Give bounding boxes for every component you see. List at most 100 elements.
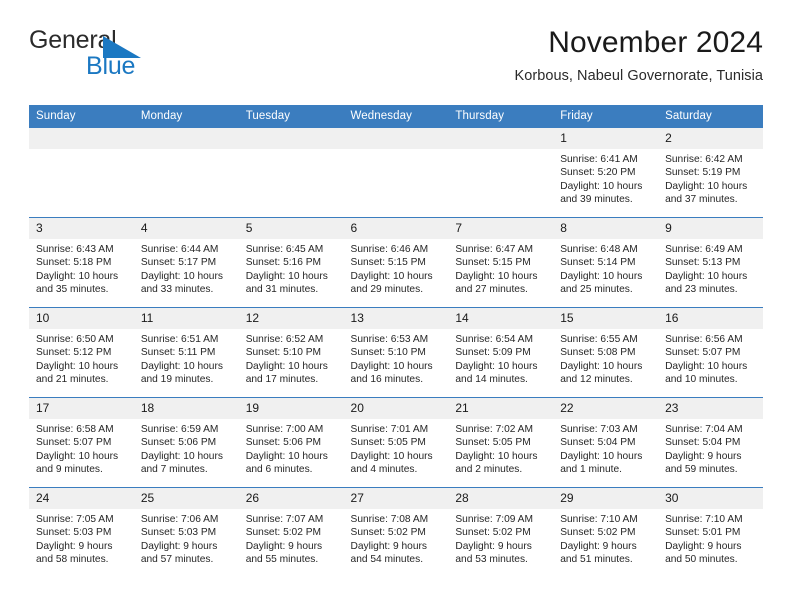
day-number: 5 — [238, 218, 344, 239]
calendar-day-cell[interactable]: 9 Sunrise: 6:49 AM Sunset: 5:13 PM Daylight… — [658, 217, 763, 308]
day-details: Sunrise: 6:46 AM Sunset: 5:15 PM Daylight:… — [344, 239, 449, 296]
calendar-cell-inner: 11 Sunrise: 6:51 AM Sunset: 5:11 PM Dayligh… — [133, 308, 239, 397]
calendar-day-cell[interactable]: 17 Sunrise: 6:58 AM Sunset: 5:07 PM Dayligh… — [29, 397, 134, 488]
day-number: 29 — [553, 488, 659, 509]
calendar-header-row: Sunday Monday Tuesday Wednesday Thursday… — [29, 105, 763, 128]
calendar-day-cell[interactable]: 18 Sunrise: 6:59 AM Sunset: 5:06 PM Dayligh… — [133, 397, 239, 488]
sunrise-text: Sunrise: 6:45 AM — [245, 244, 324, 255]
daylight-text: Daylight: 10 hours and 19 minutes. — [140, 360, 223, 385]
day-number: 30 — [658, 488, 763, 509]
calendar-day-cell[interactable]: 14 Sunrise: 6:54 AM Sunset: 5:09 PM Dayligh… — [448, 307, 554, 398]
calendar-day-cell[interactable]: 19 Sunrise: 7:00 AM Sunset: 5:06 PM Dayligh… — [238, 397, 344, 488]
sunset-text: Sunset: 5:04 PM — [560, 437, 636, 449]
calendar-day-cell[interactable]: 27 Sunrise: 7:08 AM Sunset: 5:02 PM Dayligh… — [343, 487, 449, 577]
day-number — [343, 128, 449, 149]
page-subtitle: Korbous, Nabeul Governorate, Tunisia — [514, 68, 763, 84]
calendar-cell-empty — [238, 128, 344, 218]
calendar-cell-inner: 25 Sunrise: 7:06 AM Sunset: 5:03 PM Dayligh… — [133, 488, 239, 577]
calendar-day-cell[interactable]: 6 Sunrise: 6:46 AM Sunset: 5:15 PM Daylight… — [343, 217, 449, 308]
calendar-day-cell[interactable]: 22 Sunrise: 7:03 AM Sunset: 5:04 PM Dayligh… — [553, 397, 659, 488]
day-number: 1 — [553, 128, 659, 149]
daylight-text: Daylight: 10 hours and 2 minutes. — [455, 450, 538, 475]
weekday-header-tuesday: Tuesday — [238, 105, 344, 128]
day-details: Sunrise: 6:59 AM Sunset: 5:06 PM Daylight:… — [134, 419, 239, 476]
day-number: 19 — [238, 398, 344, 419]
calendar-day-cell[interactable]: 5 Sunrise: 6:45 AM Sunset: 5:16 PM Daylight… — [238, 217, 344, 308]
calendar-day-cell[interactable]: 26 Sunrise: 7:07 AM Sunset: 5:02 PM Dayligh… — [238, 487, 344, 577]
day-number — [29, 128, 134, 149]
calendar-day-cell[interactable]: 4 Sunrise: 6:44 AM Sunset: 5:17 PM Daylight… — [133, 217, 239, 308]
calendar-day-cell[interactable]: 21 Sunrise: 7:02 AM Sunset: 5:05 PM Dayligh… — [448, 397, 554, 488]
day-number: 18 — [133, 398, 239, 419]
calendar-cell-inner: 6 Sunrise: 6:46 AM Sunset: 5:15 PM Daylight… — [343, 218, 449, 307]
calendar-day-cell[interactable]: 7 Sunrise: 6:47 AM Sunset: 5:15 PM Daylight… — [448, 217, 554, 308]
day-details: Sunrise: 6:49 AM Sunset: 5:13 PM Daylight:… — [658, 239, 763, 296]
calendar-day-cell[interactable]: 24 Sunrise: 7:05 AM Sunset: 5:03 PM Dayligh… — [29, 487, 134, 577]
daylight-text: Daylight: 9 hours and 58 minutes. — [36, 540, 113, 565]
calendar-day-cell[interactable]: 20 Sunrise: 7:01 AM Sunset: 5:05 PM Dayligh… — [343, 397, 449, 488]
day-details: Sunrise: 6:58 AM Sunset: 5:07 PM Daylight:… — [29, 419, 134, 476]
brand-name-blue: Blue — [86, 52, 136, 80]
day-details: Sunrise: 6:48 AM Sunset: 5:14 PM Daylight:… — [553, 239, 658, 296]
calendar-day-cell[interactable]: 8 Sunrise: 6:48 AM Sunset: 5:14 PM Daylight… — [553, 217, 659, 308]
calendar-day-cell[interactable]: 1 Sunrise: 6:41 AM Sunset: 5:20 PM Daylight… — [553, 128, 659, 218]
day-number: 25 — [133, 488, 239, 509]
calendar-cell-inner — [238, 128, 344, 217]
calendar-week-row: 10 Sunrise: 6:50 AM Sunset: 5:12 PM Dayligh… — [29, 307, 763, 398]
calendar-cell-empty — [133, 128, 239, 218]
sunset-text: Sunset: 5:06 PM — [140, 437, 217, 449]
calendar-day-cell[interactable]: 3 Sunrise: 6:43 AM Sunset: 5:18 PM Daylight… — [29, 217, 134, 308]
weekday-header-thursday: Thursday — [448, 105, 554, 128]
calendar-page: General Blue November 2024 Korbous, Nabe… — [0, 0, 792, 612]
sunrise-text: Sunrise: 6:51 AM — [140, 334, 219, 345]
day-number: 26 — [238, 488, 344, 509]
day-details: Sunrise: 7:10 AM Sunset: 5:01 PM Daylight:… — [658, 509, 763, 566]
daylight-text: Daylight: 10 hours and 31 minutes. — [245, 270, 328, 295]
sunrise-text: Sunrise: 7:05 AM — [36, 514, 114, 525]
sunrise-text: Sunrise: 7:10 AM — [560, 514, 638, 525]
weekday-header-wednesday: Wednesday — [343, 105, 449, 128]
weekday-header-sunday: Sunday — [29, 105, 134, 128]
calendar-day-cell[interactable]: 15 Sunrise: 6:55 AM Sunset: 5:08 PM Dayligh… — [553, 307, 659, 398]
day-details: Sunrise: 6:47 AM Sunset: 5:15 PM Daylight:… — [448, 239, 553, 296]
day-details: Sunrise: 7:09 AM Sunset: 5:02 PM Daylight:… — [448, 509, 553, 566]
day-details: Sunrise: 6:52 AM Sunset: 5:10 PM Daylight:… — [239, 329, 344, 386]
sunset-text: Sunset: 5:04 PM — [665, 437, 741, 449]
calendar-cell-inner: 8 Sunrise: 6:48 AM Sunset: 5:14 PM Daylight… — [553, 218, 659, 307]
day-number: 3 — [29, 218, 134, 239]
calendar-day-cell[interactable]: 11 Sunrise: 6:51 AM Sunset: 5:11 PM Dayligh… — [133, 307, 239, 398]
calendar-day-cell[interactable]: 30 Sunrise: 7:10 AM Sunset: 5:01 PM Dayligh… — [658, 487, 763, 577]
calendar-day-cell[interactable]: 12 Sunrise: 6:52 AM Sunset: 5:10 PM Dayligh… — [238, 307, 344, 398]
sunrise-text: Sunrise: 6:44 AM — [140, 244, 219, 255]
sunrise-text: Sunrise: 7:03 AM — [560, 424, 638, 435]
day-number: 8 — [553, 218, 659, 239]
brand-logo[interactable]: General Blue — [29, 26, 289, 84]
sunset-text: Sunset: 5:02 PM — [560, 527, 636, 539]
calendar-day-cell[interactable]: 10 Sunrise: 6:50 AM Sunset: 5:12 PM Dayligh… — [29, 307, 134, 398]
calendar-day-cell[interactable]: 29 Sunrise: 7:10 AM Sunset: 5:02 PM Dayligh… — [553, 487, 659, 577]
sunrise-text: Sunrise: 6:42 AM — [665, 154, 743, 165]
daylight-text: Daylight: 10 hours and 39 minutes. — [560, 180, 643, 205]
daylight-text: Daylight: 9 hours and 54 minutes. — [350, 540, 427, 565]
sunset-text: Sunset: 5:03 PM — [36, 527, 112, 539]
daylight-text: Daylight: 9 hours and 57 minutes. — [140, 540, 218, 565]
weekday-header-saturday: Saturday — [658, 105, 763, 128]
calendar-cell-inner: 24 Sunrise: 7:05 AM Sunset: 5:03 PM Dayligh… — [29, 488, 134, 577]
sunrise-text: Sunrise: 6:56 AM — [665, 334, 743, 345]
calendar-day-cell[interactable]: 16 Sunrise: 6:56 AM Sunset: 5:07 PM Dayligh… — [658, 307, 763, 398]
calendar-day-cell[interactable]: 28 Sunrise: 7:09 AM Sunset: 5:02 PM Dayligh… — [448, 487, 554, 577]
day-number: 6 — [343, 218, 449, 239]
calendar-day-cell[interactable]: 25 Sunrise: 7:06 AM Sunset: 5:03 PM Dayligh… — [133, 487, 239, 577]
sunset-text: Sunset: 5:03 PM — [140, 527, 217, 539]
sunset-text: Sunset: 5:07 PM — [665, 347, 741, 359]
calendar-day-cell[interactable]: 2 Sunrise: 6:42 AM Sunset: 5:19 PM Daylight… — [658, 128, 763, 218]
daylight-text: Daylight: 10 hours and 6 minutes. — [245, 450, 328, 475]
day-number: 23 — [658, 398, 763, 419]
calendar-day-cell[interactable]: 23 Sunrise: 7:04 AM Sunset: 5:04 PM Dayligh… — [658, 397, 763, 488]
daylight-text: Daylight: 10 hours and 35 minutes. — [36, 270, 119, 295]
sunrise-text: Sunrise: 6:50 AM — [36, 334, 114, 345]
page-title: November 2024 — [548, 26, 763, 59]
calendar-day-cell[interactable]: 13 Sunrise: 6:53 AM Sunset: 5:10 PM Dayligh… — [343, 307, 449, 398]
day-details: Sunrise: 6:56 AM Sunset: 5:07 PM Daylight:… — [658, 329, 763, 386]
sunset-text: Sunset: 5:02 PM — [245, 527, 322, 539]
